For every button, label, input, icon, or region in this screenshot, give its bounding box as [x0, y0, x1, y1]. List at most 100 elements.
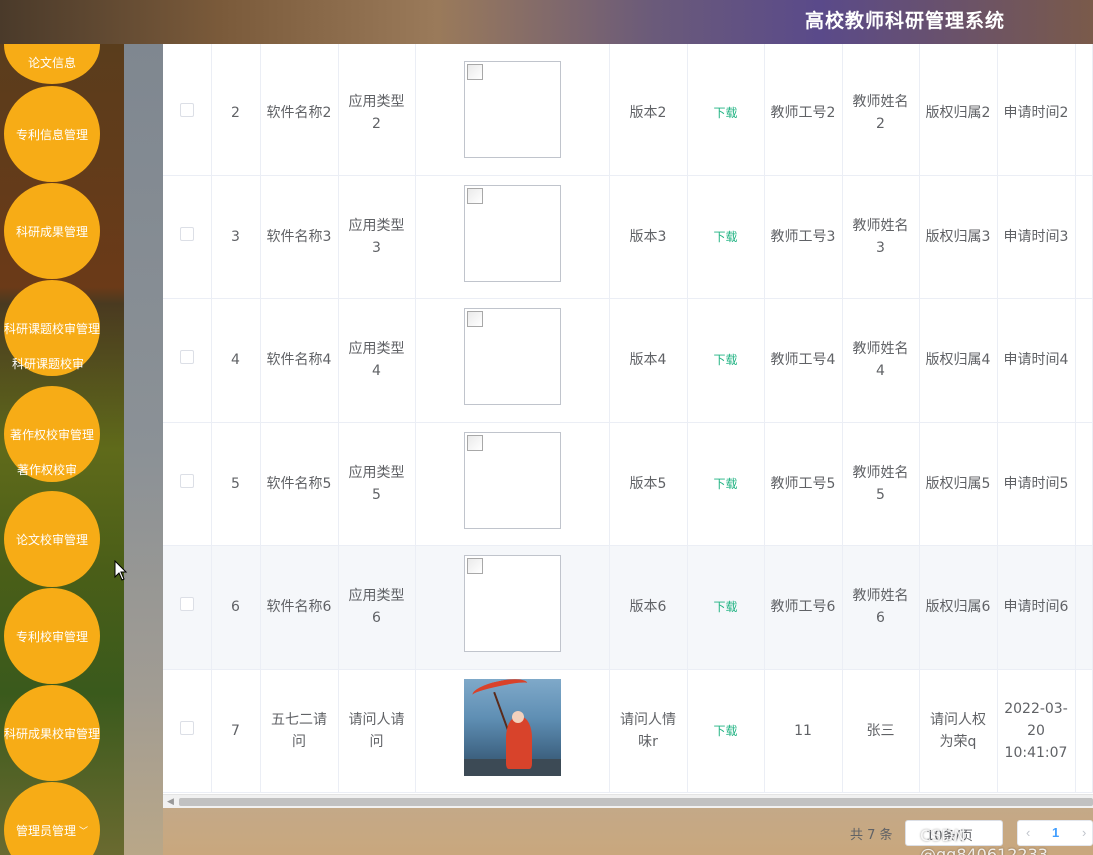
- cell-download: 下载: [687, 44, 765, 176]
- cell-type: 应用类型2: [338, 44, 416, 176]
- cell-download: 下载: [687, 669, 765, 793]
- horizontal-scrollbar[interactable]: ◀: [163, 794, 1093, 808]
- cell-index: 2: [211, 44, 261, 176]
- cell-name: 软件名称3: [260, 175, 339, 299]
- row-checkbox[interactable]: [179, 720, 194, 735]
- download-link[interactable]: 下载: [713, 230, 737, 244]
- table-row[interactable]: 6 软件名称6 应用类型6 版本6 下载 教师工号6 教师姓名6 版权归属6 申请时间6: [163, 545, 1093, 670]
- download-link[interactable]: 下载: [713, 600, 737, 614]
- cell-teacher-name: 教师姓名3: [842, 175, 920, 299]
- cell-apply-time: 申请时间4: [997, 298, 1076, 423]
- cell-overflow: [1075, 669, 1093, 793]
- chevron-down-icon: ﹀: [79, 826, 89, 837]
- table-row[interactable]: 5 软件名称5 应用类型5 版本5 下载 教师工号5 教师姓名5 版权归属5 申请时间5: [163, 422, 1093, 546]
- cell-name: 软件名称4: [260, 298, 339, 423]
- cell-type: 应用类型5: [338, 422, 416, 546]
- cell-download: 下载: [687, 175, 765, 299]
- row-checkbox[interactable]: [179, 597, 194, 612]
- sidebar-item-admin[interactable]: 管理员管理 ﹀: [4, 782, 100, 855]
- cell-overflow: [1075, 298, 1093, 423]
- cell-overflow: [1075, 545, 1093, 670]
- sidebar-item-patent-info[interactable]: 专利信息管理: [4, 86, 100, 182]
- cell-teacher-no: 教师工号5: [764, 422, 843, 546]
- sidebar-item-research-results[interactable]: 科研成果管理: [4, 183, 100, 279]
- cell-copyright: 版权归属6: [919, 545, 998, 670]
- cell-type: 应用类型6: [338, 545, 416, 670]
- row-checkbox[interactable]: [179, 473, 194, 488]
- sidebar-item-label: 科研课题校审管理: [4, 321, 101, 336]
- cell-apply-time: 申请时间2: [997, 44, 1076, 176]
- cell-teacher-name: 教师姓名2: [842, 44, 920, 176]
- row-select-cell: [163, 44, 212, 176]
- cell-teacher-no: 教师工号2: [764, 44, 843, 176]
- sidebar-subitem-topic-review[interactable]: 科研课题校审: [12, 355, 84, 372]
- row-select-cell: [163, 175, 212, 299]
- cell-name: 软件名称5: [260, 422, 339, 546]
- row-checkbox[interactable]: [179, 350, 194, 365]
- cell-version: 版本4: [609, 298, 688, 423]
- broken-image-icon: [466, 558, 483, 575]
- cell-type: 应用类型4: [338, 298, 416, 423]
- cell-copyright: 版权归属3: [919, 175, 998, 299]
- table-row[interactable]: 3 软件名称3 应用类型3 版本3 下载 教师工号3 教师姓名3 版权归属3 申请时间3: [163, 175, 1093, 299]
- download-link[interactable]: 下载: [713, 477, 737, 491]
- sidebar-item-paper-review[interactable]: 论文校审管理: [4, 491, 100, 587]
- row-checkbox[interactable]: [179, 226, 194, 241]
- cell-apply-time: 2022-03-20 10:41:07: [997, 669, 1076, 793]
- cell-teacher-name: 教师姓名4: [842, 298, 920, 423]
- broken-image-icon: [466, 434, 483, 451]
- sidebar-item-results-review[interactable]: 科研成果校审管理: [4, 685, 100, 781]
- cell-image: [415, 422, 610, 546]
- sidebar-item-label: 论文信息: [27, 55, 76, 70]
- download-link[interactable]: 下载: [713, 724, 737, 738]
- sidebar-item-label: 科研成果校审管理: [4, 726, 101, 741]
- sidebar-item-patent-review[interactable]: 专利校审管理: [4, 588, 100, 684]
- cell-type: 应用类型3: [338, 175, 416, 299]
- cell-index: 7: [211, 669, 261, 793]
- sidebar-item-label: 专利校审管理: [15, 629, 88, 644]
- cell-copyright: 版权归属5: [919, 422, 998, 546]
- broken-image-thumbnail[interactable]: [463, 184, 561, 282]
- table-row[interactable]: 4 软件名称4 应用类型4 版本4 下载 教师工号4 教师姓名4 版权归属4 申请时间4: [163, 298, 1093, 423]
- broken-image-thumbnail[interactable]: [463, 308, 561, 406]
- cell-teacher-name: 教师姓名5: [842, 422, 920, 546]
- broken-image-thumbnail[interactable]: [463, 431, 561, 529]
- sidebar-subitem-copyright-review[interactable]: 著作权校审: [17, 461, 77, 478]
- cell-name: 五七二请问: [260, 669, 339, 793]
- download-link[interactable]: 下载: [713, 353, 737, 367]
- scroll-left-icon[interactable]: ◀: [167, 796, 174, 807]
- cell-download: 下载: [687, 422, 765, 546]
- cell-index: 3: [211, 175, 261, 299]
- cell-overflow: [1075, 422, 1093, 546]
- cell-teacher-no: 教师工号6: [764, 545, 843, 670]
- cell-name: 软件名称2: [260, 44, 339, 176]
- cell-teacher-no: 教师工号3: [764, 175, 843, 299]
- sidebar-item-paper-info[interactable]: 论文信息: [4, 44, 100, 84]
- photo-thumbnail[interactable]: [463, 678, 561, 776]
- cell-overflow: [1075, 175, 1093, 299]
- cell-version: 版本2: [609, 44, 688, 176]
- app-title: 高校教师科研管理系统: [804, 10, 1005, 32]
- table-body: 2 软件名称2 应用类型2 版本2 下载 教师工号2 教师姓名2 版权归属2 申请时间2 3 软件名…: [163, 44, 1093, 793]
- cell-teacher-no: 11: [764, 669, 843, 793]
- cell-image: [415, 298, 610, 423]
- cell-download: 下载: [687, 545, 765, 670]
- sidebar-item-label: 专利信息管理: [15, 127, 88, 142]
- table-row[interactable]: 7 五七二请问 请问人请问 请问人情味r 下载 11 张三 请问人权为荣q 2022-03-20…: [163, 669, 1093, 793]
- row-select-cell: [163, 545, 212, 670]
- download-link[interactable]: 下载: [713, 106, 737, 120]
- broken-image-thumbnail[interactable]: [463, 555, 561, 653]
- broken-image-thumbnail[interactable]: [463, 61, 561, 159]
- cell-version: 版本3: [609, 175, 688, 299]
- cell-index: 4: [211, 298, 261, 423]
- table-row[interactable]: 2 软件名称2 应用类型2 版本2 下载 教师工号2 教师姓名2 版权归属2 申请时间2: [163, 44, 1093, 176]
- broken-image-icon: [466, 187, 483, 204]
- row-checkbox[interactable]: [179, 103, 194, 118]
- sidebar-item-label: 论文校审管理: [15, 532, 88, 547]
- cell-name: 软件名称6: [260, 545, 339, 670]
- background-strip: [124, 44, 163, 855]
- cell-version: 版本5: [609, 422, 688, 546]
- cell-type: 请问人请问: [338, 669, 416, 793]
- scrollbar-thumb[interactable]: [179, 798, 1093, 806]
- row-select-cell: [163, 298, 212, 423]
